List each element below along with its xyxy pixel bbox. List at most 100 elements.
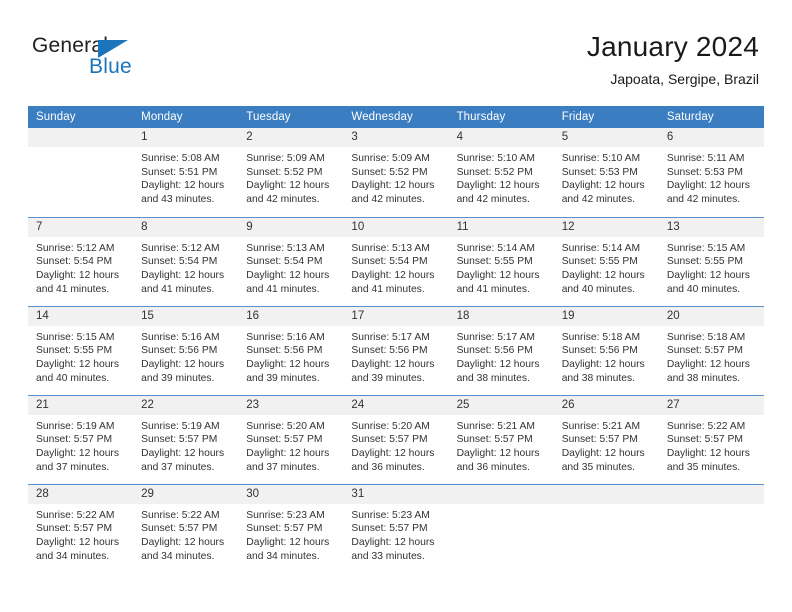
calendar-day-cell[interactable]: 20 Sunrise: 5:18 AM Sunset: 5:57 PM Dayligh…	[658, 305, 764, 395]
day-details: Sunrise: 5:18 AM Sunset: 5:57 PM Daylight:…	[659, 326, 764, 386]
day-number: 28	[28, 484, 134, 504]
sunset-text: Sunset: 5:56 PM	[351, 345, 428, 357]
daylight-text-cont: and 38 minutes.	[561, 372, 635, 384]
calendar-day-cell[interactable]: 31 Sunrise: 5:23 AM Sunset: 5:57 PM Dayligh…	[343, 483, 449, 573]
day-number: 21	[28, 395, 134, 415]
daylight-text: Daylight: 12 hours	[666, 447, 750, 459]
calendar-day-cell[interactable]: 8 Sunrise: 5:12 AM Sunset: 5:54 PM Daylight…	[133, 216, 239, 306]
day-number: 30	[238, 484, 344, 504]
calendar-day-cell[interactable]: 16 Sunrise: 5:16 AM Sunset: 5:56 PM Dayligh…	[238, 305, 344, 395]
day-number: 31	[343, 484, 449, 504]
calendar-day-cell[interactable]: 26 Sunrise: 5:21 AM Sunset: 5:57 PM Dayligh…	[553, 394, 659, 484]
calendar-day-cell[interactable]: 7 Sunrise: 5:12 AM Sunset: 5:54 PM Daylight…	[28, 216, 134, 306]
calendar-day-cell[interactable]: 27 Sunrise: 5:22 AM Sunset: 5:57 PM Dayligh…	[658, 394, 764, 484]
day-number: 25	[448, 395, 554, 415]
daylight-text: Daylight: 12 hours	[351, 358, 435, 370]
daylight-text-cont: and 33 minutes.	[351, 550, 425, 562]
calendar-day-cell[interactable]: 25 Sunrise: 5:21 AM Sunset: 5:57 PM Dayligh…	[448, 394, 554, 484]
calendar-day-cell[interactable]: 13 Sunrise: 5:15 AM Sunset: 5:55 PM Dayligh…	[658, 216, 764, 306]
sunset-text: Sunset: 5:57 PM	[36, 523, 113, 535]
calendar-day-cell[interactable]: 2 Sunrise: 5:09 AM Sunset: 5:52 PM Daylight…	[238, 128, 344, 217]
day-number: 26	[553, 395, 659, 415]
day-details: Sunrise: 5:17 AM Sunset: 5:56 PM Daylight:…	[343, 326, 448, 386]
calendar-day-cell[interactable]: 17 Sunrise: 5:17 AM Sunset: 5:56 PM Dayligh…	[343, 305, 449, 395]
calendar-day-cell[interactable]: 4 Sunrise: 5:10 AM Sunset: 5:52 PM Daylight…	[448, 128, 554, 217]
calendar-day-cell[interactable]: 29 Sunrise: 5:22 AM Sunset: 5:57 PM Dayligh…	[133, 483, 239, 573]
weekday-header-friday: Friday	[553, 106, 659, 128]
sunset-text: Sunset: 5:55 PM	[36, 345, 113, 357]
sunset-text: Sunset: 5:55 PM	[456, 256, 533, 268]
calendar-day-cell[interactable]: 23 Sunrise: 5:20 AM Sunset: 5:57 PM Dayligh…	[238, 394, 344, 484]
day-details: Sunrise: 5:22 AM Sunset: 5:57 PM Daylight:…	[28, 504, 133, 564]
day-number	[553, 484, 659, 504]
sunrise-text: Sunrise: 5:13 AM	[246, 242, 325, 254]
sunrise-text: Sunrise: 5:14 AM	[561, 242, 641, 254]
day-number: 17	[343, 306, 449, 326]
day-details: Sunrise: 5:10 AM Sunset: 5:53 PM Daylight:…	[554, 147, 659, 207]
calendar-day-cell[interactable]: 21 Sunrise: 5:19 AM Sunset: 5:57 PM Dayligh…	[28, 394, 134, 484]
sunrise-text: Sunrise: 5:17 AM	[351, 331, 430, 343]
calendar-day-cell[interactable]: 11 Sunrise: 5:14 AM Sunset: 5:55 PM Dayligh…	[448, 216, 554, 306]
weekday-header-sunday: Sunday	[28, 106, 134, 128]
day-number: 29	[133, 484, 239, 504]
calendar-day-cell[interactable]: 15 Sunrise: 5:16 AM Sunset: 5:56 PM Dayligh…	[133, 305, 239, 395]
calendar-day-cell[interactable]: 22 Sunrise: 5:19 AM Sunset: 5:57 PM Dayligh…	[133, 394, 239, 484]
calendar-day-cell[interactable]: 14 Sunrise: 5:15 AM Sunset: 5:55 PM Dayligh…	[28, 305, 134, 395]
calendar-day-cell[interactable]: 10 Sunrise: 5:13 AM Sunset: 5:54 PM Dayligh…	[343, 216, 449, 306]
day-number: 11	[448, 217, 554, 237]
day-details: Sunrise: 5:12 AM Sunset: 5:54 PM Daylight:…	[28, 237, 133, 297]
sunset-text: Sunset: 5:52 PM	[456, 166, 533, 178]
calendar-day-cell[interactable]: 5 Sunrise: 5:10 AM Sunset: 5:53 PM Daylight…	[553, 128, 659, 217]
sunset-text: Sunset: 5:57 PM	[246, 523, 323, 535]
sunrise-text: Sunrise: 5:12 AM	[36, 242, 115, 254]
daylight-text-cont: and 42 minutes.	[561, 194, 635, 206]
calendar-day-cell[interactable]: 6 Sunrise: 5:11 AM Sunset: 5:53 PM Daylight…	[658, 128, 764, 217]
day-number: 19	[553, 306, 659, 326]
daylight-text: Daylight: 12 hours	[666, 180, 750, 192]
day-number: 9	[238, 217, 344, 237]
day-details: Sunrise: 5:18 AM Sunset: 5:56 PM Daylight:…	[554, 326, 659, 386]
sunset-text: Sunset: 5:55 PM	[666, 256, 743, 268]
day-details: Sunrise: 5:10 AM Sunset: 5:52 PM Daylight:…	[449, 147, 554, 207]
calendar-day-cell[interactable]: 3 Sunrise: 5:09 AM Sunset: 5:52 PM Daylight…	[343, 128, 449, 217]
day-number: 8	[133, 217, 239, 237]
calendar-day-cell[interactable]: 28 Sunrise: 5:22 AM Sunset: 5:57 PM Dayligh…	[28, 483, 134, 573]
calendar-day-cell[interactable]: 12 Sunrise: 5:14 AM Sunset: 5:55 PM Dayligh…	[553, 216, 659, 306]
daylight-text: Daylight: 12 hours	[36, 447, 119, 459]
calendar-week-row: 7 Sunrise: 5:12 AM Sunset: 5:54 PM Daylight…	[28, 216, 764, 306]
general-blue-logo[interactable]: General Blue	[32, 34, 172, 86]
sunset-text: Sunset: 5:54 PM	[246, 256, 323, 268]
calendar-day-cell[interactable]: 30 Sunrise: 5:23 AM Sunset: 5:57 PM Dayligh…	[238, 483, 344, 573]
weekday-header-thursday: Thursday	[448, 106, 554, 128]
sunset-text: Sunset: 5:54 PM	[36, 256, 113, 268]
calendar-week-row: 14 Sunrise: 5:15 AM Sunset: 5:55 PM Dayligh…	[28, 305, 764, 395]
daylight-text: Daylight: 12 hours	[36, 536, 119, 548]
day-details: Sunrise: 5:13 AM Sunset: 5:54 PM Daylight:…	[238, 237, 343, 297]
calendar-day-cell[interactable]: 18 Sunrise: 5:17 AM Sunset: 5:56 PM Dayligh…	[448, 305, 554, 395]
calendar-day-cell[interactable]: 9 Sunrise: 5:13 AM Sunset: 5:54 PM Daylight…	[238, 216, 344, 306]
day-details: Sunrise: 5:17 AM Sunset: 5:56 PM Daylight:…	[449, 326, 554, 386]
day-number: 22	[133, 395, 239, 415]
day-number: 24	[343, 395, 449, 415]
title-block: January 2024 Japoata, Sergipe, Brazil	[587, 30, 759, 90]
calendar-day-cell[interactable]: 19 Sunrise: 5:18 AM Sunset: 5:56 PM Dayligh…	[553, 305, 659, 395]
calendar-week-row: 1 Sunrise: 5:08 AM Sunset: 5:51 PM Daylight…	[28, 128, 764, 217]
day-number: 1	[133, 128, 239, 147]
daylight-text: Daylight: 12 hours	[561, 269, 645, 281]
sunrise-text: Sunrise: 5:16 AM	[141, 331, 220, 343]
day-number	[658, 484, 764, 504]
daylight-text: Daylight: 12 hours	[351, 536, 435, 548]
daylight-text: Daylight: 12 hours	[351, 180, 435, 192]
day-details: Sunrise: 5:21 AM Sunset: 5:57 PM Daylight:…	[449, 415, 554, 475]
weekday-header-tuesday: Tuesday	[238, 106, 344, 128]
calendar-day-cell[interactable]: 1 Sunrise: 5:08 AM Sunset: 5:51 PM Daylight…	[133, 128, 239, 217]
calendar-day-cell-empty	[658, 483, 764, 573]
calendar-day-cell[interactable]: 24 Sunrise: 5:20 AM Sunset: 5:57 PM Dayligh…	[343, 394, 449, 484]
sunrise-text: Sunrise: 5:13 AM	[351, 242, 430, 254]
sunrise-text: Sunrise: 5:16 AM	[246, 331, 325, 343]
day-number: 7	[28, 217, 134, 237]
daylight-text-cont: and 35 minutes.	[666, 461, 741, 473]
day-number: 10	[343, 217, 449, 237]
day-number	[448, 484, 554, 504]
sunset-text: Sunset: 5:53 PM	[666, 166, 743, 178]
